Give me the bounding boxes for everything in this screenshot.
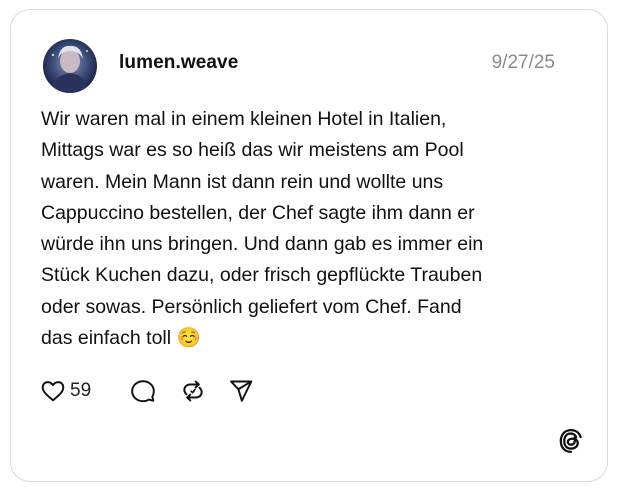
post-text-line: Mittags war es so heiß das wir meistens … bbox=[41, 139, 464, 162]
post-text: Wir waren mal in einem kleinen Hotel in … bbox=[41, 104, 581, 354]
post-text-line: oder sowas. Persönlich geliefert vom Che… bbox=[41, 295, 462, 318]
avatar[interactable] bbox=[43, 39, 97, 93]
heart-icon bbox=[41, 381, 65, 402]
post-text-line: Wir waren mal in einem kleinen Hotel in … bbox=[41, 108, 447, 130]
post-text-line: das einfach toll ☺️ bbox=[41, 327, 201, 350]
post-text-line: Stück Kuchen dazu, oder frisch gepflückt… bbox=[41, 264, 483, 287]
repost-button[interactable] bbox=[180, 376, 206, 406]
post-text-line: waren. Mein Mann ist dann rein und wollt… bbox=[41, 170, 444, 193]
username[interactable]: lumen.weave bbox=[119, 52, 238, 74]
threads-logo-icon bbox=[559, 429, 582, 453]
comment-icon bbox=[131, 380, 155, 403]
share-button[interactable] bbox=[228, 376, 254, 406]
post-card: lumen.weave 9/27/25 Wir waren mal in ein… bbox=[10, 9, 608, 482]
repost-icon bbox=[183, 380, 203, 402]
comment-button[interactable] bbox=[130, 376, 156, 406]
share-icon bbox=[230, 380, 253, 402]
post-date: 9/27/25 bbox=[491, 52, 555, 73]
post-text-line: würde ihn uns bringen. Und dann gab es i… bbox=[41, 233, 484, 256]
like-count: 59 bbox=[70, 380, 92, 401]
post-text-line: Cappuccino bestellen, der Chef sagte ihm… bbox=[41, 201, 475, 224]
like-button[interactable]: 59 bbox=[40, 376, 91, 406]
